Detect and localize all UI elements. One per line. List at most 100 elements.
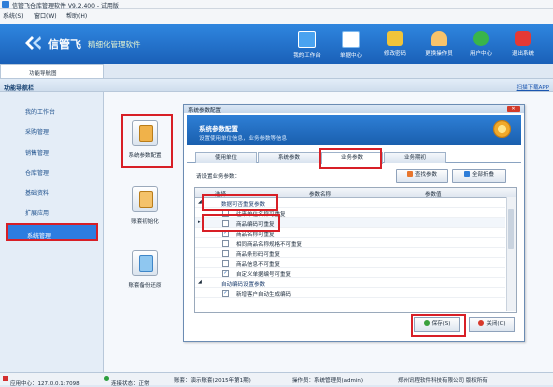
highlight-box (202, 194, 278, 211)
operator-status: 操作员：系统管理员(admin) (292, 378, 364, 384)
dialog-header: 系统参数配置 设置使用单位信息，业务参数等信息 (187, 115, 521, 145)
toolbar-my-workbench-button[interactable]: 我的工作台 (291, 29, 323, 61)
backup-database-icon (132, 250, 158, 276)
sidebar-item-warehouse[interactable]: 仓库管理 (25, 168, 49, 177)
sidebar-item-basic-data[interactable]: 基础资料 (25, 188, 49, 197)
app-center-status: 应用中心：127.0.0.1:7098 (3, 376, 80, 387)
gear-icon (493, 120, 511, 138)
header-banner: 信管飞 精细化管理软件 我的工作台 单据中心 修改密码 更换操作员 用户中心 退… (0, 24, 553, 64)
tab-system-params[interactable]: 系统参数 (258, 152, 320, 163)
sidebar-item-workbench[interactable]: 我的工作台 (25, 107, 55, 116)
row-checkbox[interactable] (222, 239, 229, 247)
status-bar: 应用中心：127.0.0.1:7098 连接状态：正常 账套：演示账套(2015… (0, 372, 553, 387)
feature-label: 账套备份还原 (128, 283, 162, 289)
toolbar-label: 我的工作台 (293, 53, 321, 59)
sidebar-item-system-management[interactable]: 系统管理 (6, 223, 98, 241)
grid-group-row[interactable]: ◢ 自动编码设置参数 (195, 278, 505, 288)
dialog-title: 系统参数配置 (188, 108, 222, 114)
brand-slogan: 精细化管理软件 (88, 40, 141, 49)
toolbar-change-password-button[interactable]: 修改密码 (379, 29, 411, 61)
menu-bar: 系统(S) 窗口(W) 帮助(H) (0, 9, 553, 24)
tab-function-navigation[interactable]: 功能导航图 (0, 64, 104, 78)
company-copyright: 郑州讯程软件科技有限公司 版权所有 (398, 378, 488, 384)
menu-help[interactable]: 帮助(H) (66, 11, 87, 20)
nav-header-title: 功能导航栏 (4, 85, 35, 92)
group-name: 自动编码设置参数 (221, 281, 266, 288)
table-row[interactable]: 商品信息不可重复 (195, 258, 505, 268)
toolbar-label: 更换操作员 (425, 51, 453, 57)
toolbar-label: 单据中心 (339, 53, 362, 59)
row-checkbox[interactable]: ✓ (222, 269, 229, 277)
document-list-icon (342, 31, 360, 48)
sidebar: 我的工作台 采购管理 销售管理 仓库管理 基础资料 扩展应用 系统管理 (0, 92, 104, 372)
connection-status: 连接状态：正常 (104, 376, 150, 387)
column-header-param-name: 参数名称 (309, 191, 332, 198)
toolbar-exit-system-button[interactable]: 退出系统 (507, 29, 539, 61)
sidebar-item-sales[interactable]: 销售管理 (25, 148, 49, 157)
tab-using-unit[interactable]: 使用单位 (195, 152, 257, 163)
lock-icon (387, 31, 403, 46)
highlight-box (411, 314, 466, 337)
brand-logo-icon (25, 36, 41, 50)
nav-header: 功能导航栏 扫描下载APP (0, 78, 553, 92)
menu-window[interactable]: 窗口(W) (34, 11, 57, 20)
grid-scrollbar[interactable] (506, 197, 516, 311)
table-row[interactable]: ✓ 新增客户自动生成编码 (195, 288, 505, 298)
find-params-button[interactable]: 查找参数 (396, 169, 448, 183)
app-icon (2, 1, 9, 8)
toolbar-switch-operator-button[interactable]: 更换操作员 (423, 29, 455, 61)
monitor-icon (298, 31, 316, 48)
highlight-box (202, 214, 280, 232)
brand-logo: 信管飞 (48, 39, 81, 51)
find-params-label: 查找参数 (414, 172, 437, 178)
column-header-param-value: 参数值 (425, 191, 442, 198)
globe-icon (473, 31, 489, 46)
highlight-box (121, 114, 173, 168)
close-circle-icon (478, 320, 485, 326)
sidebar-item-purchase[interactable]: 采购管理 (25, 127, 49, 136)
expand-icon[interactable]: ◢ (198, 279, 202, 285)
param-name: 新增客户自动生成编码 (236, 291, 292, 298)
dialog-titlebar: 系统参数配置 ✕ (184, 105, 524, 114)
param-name: 商品条形码可重复 (236, 251, 281, 258)
tab-label: 功能导航图 (29, 71, 57, 77)
param-name: 自定义单据编号可重复 (236, 271, 292, 278)
row-checkbox[interactable] (222, 249, 229, 257)
table-row[interactable]: ✓ 自定义单据编号可重复 (195, 268, 505, 278)
toolbar-label: 用户中心 (469, 51, 492, 57)
scrollbar-thumb[interactable] (508, 209, 514, 249)
database-icon (132, 186, 158, 212)
account-status: 账套：演示账套(2015年第1期) (174, 378, 251, 384)
close-label: 关闭(C) (486, 321, 506, 327)
power-icon (515, 31, 531, 46)
close-button[interactable]: 关闭(C) (469, 317, 515, 332)
menu-system[interactable]: 系统(S) (3, 11, 24, 20)
download-app-link[interactable]: 扫描下载APP (517, 83, 549, 91)
dialog-heading: 系统参数配置 (199, 125, 238, 133)
toolbar-label: 修改密码 (383, 51, 406, 57)
table-row[interactable]: 商品条形码可重复 (195, 248, 505, 258)
toolbar-label: 退出系统 (511, 51, 534, 57)
row-checkbox[interactable]: ✓ (222, 289, 229, 297)
collapse-all-button[interactable]: 全部折叠 (452, 169, 506, 183)
toolbar-user-center-button[interactable]: 用户中心 (465, 29, 497, 61)
account-backup-restore-button[interactable]: 账套备份还原 (125, 250, 165, 289)
highlight-box (319, 148, 382, 169)
collapse-all-label: 全部折叠 (471, 172, 494, 178)
tab-business-opening[interactable]: 业务期初 (384, 152, 446, 163)
table-row[interactable]: 相同商品名称规格不可重复 (195, 238, 505, 248)
row-checkbox[interactable] (222, 259, 229, 267)
account-init-button[interactable]: 账套初始化 (125, 186, 165, 225)
search-icon (406, 171, 413, 177)
window-titlebar: 信管飞仓库管理软件 V9.2.400 - 试用版 (0, 0, 553, 10)
feature-label: 账套初始化 (131, 219, 159, 225)
dialog-subheading: 设置使用单位信息，业务参数等信息 (199, 136, 288, 142)
user-icon (431, 31, 447, 46)
toolbar-document-center-button[interactable]: 单据中心 (335, 29, 367, 61)
app-center-icon (3, 376, 8, 381)
param-name: 相同商品名称规格不可重复 (236, 241, 303, 248)
sidebar-item-extensions[interactable]: 扩展应用 (25, 208, 49, 217)
close-icon[interactable]: ✕ (507, 106, 520, 112)
connected-icon (104, 376, 109, 381)
row-pointer-icon: ▸ (198, 219, 201, 225)
